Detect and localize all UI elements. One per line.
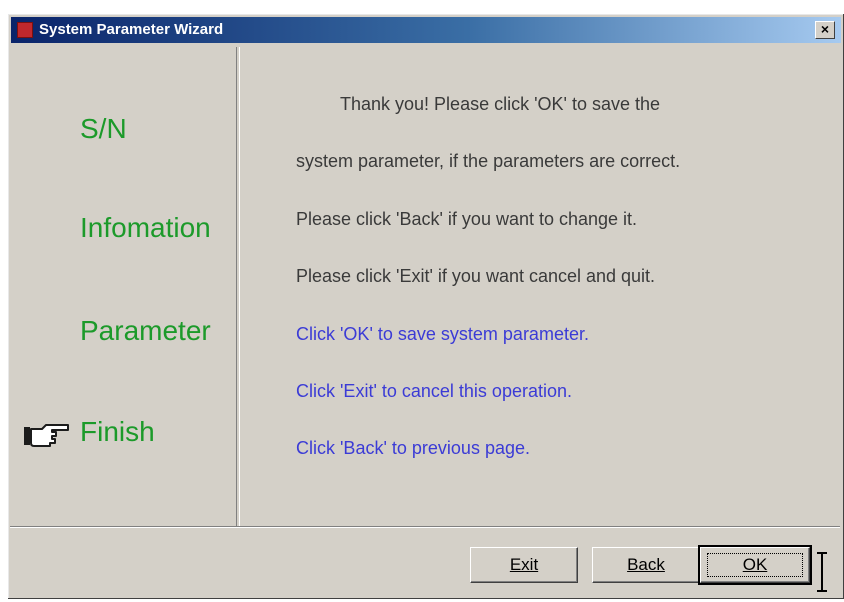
step-sn: S/N	[80, 113, 127, 144]
back-button-label: Back	[627, 555, 665, 574]
window-title: System Parameter Wizard	[39, 21, 224, 38]
hint-back: Click 'Back' to previous page.	[296, 438, 530, 458]
message-line: Thank you! Please click 'OK' to save the	[340, 94, 661, 114]
message-line: Please click 'Back' if you want to chang…	[296, 209, 638, 229]
hint-ok: Click 'OK' to save system parameter.	[296, 324, 589, 344]
steps-panel: S/N Infomation Parameter Finish	[10, 47, 234, 524]
ok-button-label: OK	[742, 555, 768, 574]
step-parameter: Parameter	[80, 315, 211, 346]
pointing-hand-icon	[24, 424, 69, 447]
hint-exit: Click 'Exit' to cancel this operation.	[296, 381, 572, 401]
title-bar[interactable]: System Parameter Wizard ×	[11, 17, 841, 43]
message-line: system parameter, if the parameters are …	[296, 151, 681, 171]
ok-button[interactable]: OK	[698, 545, 812, 585]
step-information: Infomation	[80, 212, 211, 243]
app-icon	[17, 22, 33, 38]
close-button[interactable]: ×	[815, 21, 835, 39]
text-cursor-icon	[817, 552, 827, 592]
message-line: Please click 'Exit' if you want cancel a…	[296, 266, 656, 286]
horizontal-divider	[10, 526, 840, 528]
back-button[interactable]: Back	[592, 547, 700, 583]
exit-button-label: Exit	[509, 555, 539, 574]
step-finish: Finish	[80, 416, 155, 447]
wizard-window: System Parameter Wizard × S/N Infomation…	[8, 14, 844, 599]
vertical-divider	[236, 47, 240, 527]
exit-button[interactable]: Exit	[470, 547, 578, 583]
